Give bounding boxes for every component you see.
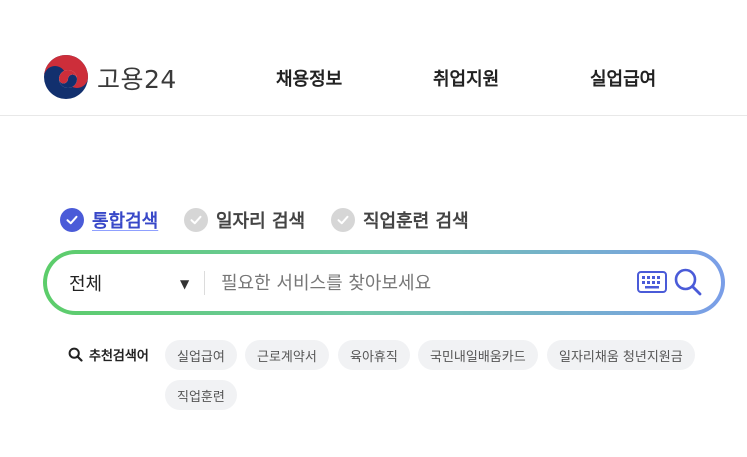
keyboard-icon[interactable] <box>637 271 667 293</box>
nav-item-employment-support[interactable]: 취업지원 <box>433 65 499 91</box>
tab-label: 통합검색 <box>92 211 159 232</box>
recommended-title-label: 추천검색어 <box>89 349 149 364</box>
search-scope-select[interactable]: 전체 <box>69 254 102 311</box>
check-circle-icon <box>331 208 355 232</box>
tab-vocational-training-search[interactable]: 직업훈련 검색 <box>331 207 469 233</box>
chip-recommended-term[interactable]: 일자리채움 청년지원금 <box>547 340 695 370</box>
check-circle-icon <box>60 208 84 232</box>
tab-label: 일자리 검색 <box>216 211 306 232</box>
divider <box>204 271 205 295</box>
taegeuk-logo-icon[interactable] <box>44 55 88 99</box>
search-input[interactable] <box>219 264 623 303</box>
chip-recommended-term[interactable]: 실업급여 <box>165 340 237 370</box>
search-bar-inner: 전체 ▼ <box>47 254 721 311</box>
nav-item-unemployment-benefits[interactable]: 실업급여 <box>590 65 656 91</box>
site-logo-text[interactable]: 고용24 <box>97 60 177 96</box>
tab-label: 직업훈련 검색 <box>363 211 469 232</box>
tab-integrated-search[interactable]: 통합검색 <box>60 207 158 233</box>
search-icon <box>68 347 83 362</box>
nav-item-recruitment[interactable]: 채용정보 <box>276 65 342 91</box>
recommended-title: 추천검색어 <box>68 345 149 364</box>
search-icon[interactable] <box>673 267 703 297</box>
chip-recommended-term[interactable]: 근로계약서 <box>245 340 329 370</box>
search-bar: 전체 ▼ <box>43 250 725 315</box>
caret-down-icon[interactable]: ▼ <box>180 277 189 291</box>
site-header: 고용24 채용정보 취업지원 실업급여 <box>0 0 747 116</box>
tab-job-search[interactable]: 일자리 검색 <box>184 207 305 233</box>
chip-recommended-term[interactable]: 국민내일배움카드 <box>418 340 538 370</box>
check-circle-icon <box>184 208 208 232</box>
chip-recommended-term[interactable]: 직업훈련 <box>165 380 237 410</box>
chip-recommended-term[interactable]: 육아휴직 <box>338 340 410 370</box>
